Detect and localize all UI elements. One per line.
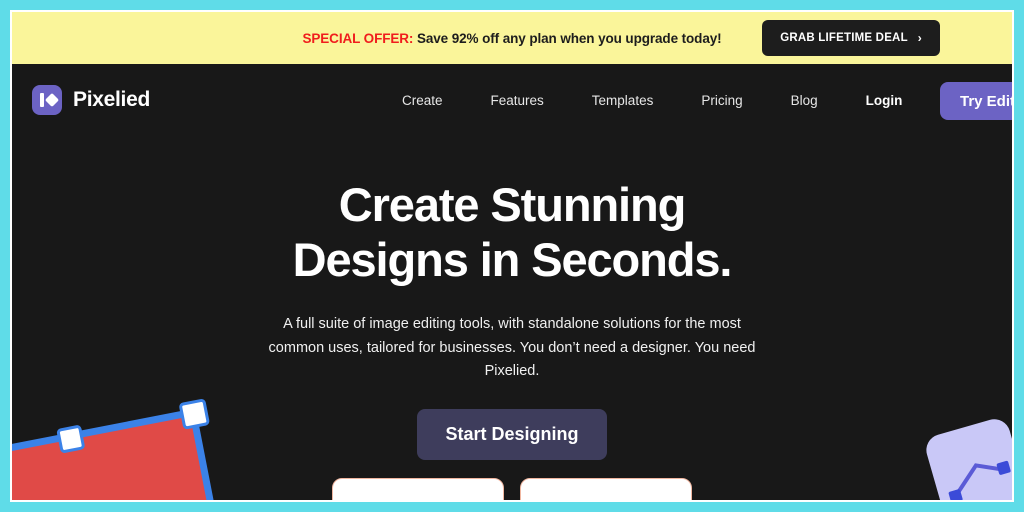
brand-name: Pixelied (73, 88, 150, 111)
nav-link-login[interactable]: Login (842, 87, 927, 114)
hero-title-line-2: Designs in Seconds. (292, 232, 733, 286)
brand-logo[interactable]: Pixelied (32, 85, 150, 115)
top-navigation: Pixelied Create Features Templates Prici… (12, 64, 1012, 136)
promo-offer-label: SPECIAL OFFER: (302, 30, 414, 46)
nav-link-templates[interactable]: Templates (568, 87, 678, 114)
nav-link-pricing[interactable]: Pricing (677, 87, 766, 114)
pixelied-logo-icon (32, 85, 62, 115)
artwork-vector-path (953, 463, 1005, 498)
nav-link-blog[interactable]: Blog (767, 87, 842, 114)
logo-diamond-shape (44, 92, 59, 107)
nav-link-features[interactable]: Features (467, 87, 568, 114)
hero-content: Create Stunning Designs in Seconds. A fu… (12, 136, 1012, 461)
feature-card[interactable]: Product Hunt (520, 478, 692, 500)
feature-card[interactable]: FEATURED ON • (332, 478, 504, 500)
feature-card-row: FEATURED ON • Product Hunt (332, 478, 692, 500)
logo-bar-shape (40, 93, 44, 107)
nav-link-create[interactable]: Create (378, 87, 467, 114)
grab-lifetime-deal-label: GRAB LIFETIME DEAL (780, 32, 908, 44)
hero-section: Pixelied Create Features Templates Prici… (12, 64, 1012, 500)
try-editor-button[interactable]: Try Editor (940, 82, 1012, 120)
browser-frame: SPECIAL OFFER: Save 92% off any plan whe… (0, 0, 1024, 512)
chevron-right-icon: › (917, 31, 922, 45)
hero-subtitle: A full suite of image editing tools, wit… (268, 316, 756, 379)
promo-message-text: Save 92% off any plan when you upgrade t… (413, 30, 722, 46)
promo-message: SPECIAL OFFER: Save 92% off any plan whe… (302, 31, 721, 46)
artwork-node-left (948, 489, 963, 500)
artwork-node-right (996, 460, 1011, 475)
hero-title-line-1: Create Stunning (338, 178, 687, 231)
page-viewport: SPECIAL OFFER: Save 92% off any plan whe… (10, 10, 1014, 502)
start-designing-button[interactable]: Start Designing (417, 409, 607, 461)
promo-banner: SPECIAL OFFER: Save 92% off any plan whe… (12, 12, 1012, 64)
grab-lifetime-deal-button[interactable]: GRAB LIFETIME DEAL › (762, 20, 940, 56)
page-title: Create Stunning Designs in Seconds. (12, 178, 1012, 287)
nav-links: Create Features Templates Pricing Blog L… (378, 87, 926, 114)
